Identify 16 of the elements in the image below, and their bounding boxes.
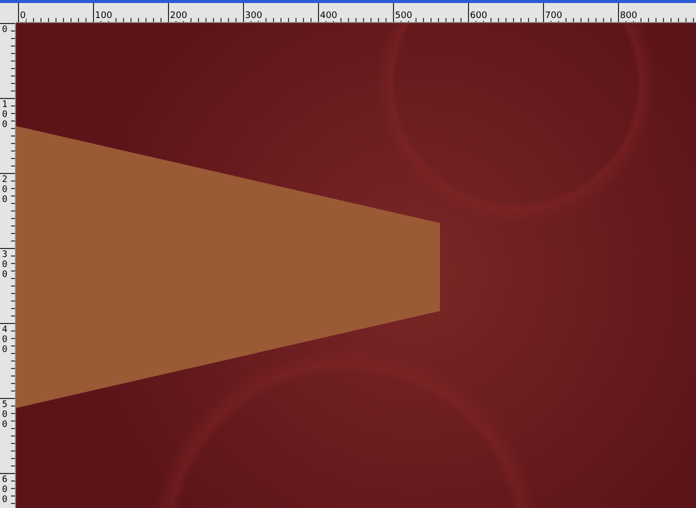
- ruler-label: 200: [1, 174, 8, 206]
- ruler-label: 400: [319, 11, 338, 21]
- ruler-label: 800: [619, 11, 638, 21]
- ruler-label: 300: [1, 249, 8, 281]
- ruler-label: 600: [469, 11, 488, 21]
- ruler-label: 700: [544, 11, 562, 21]
- ruler-label: 0: [19, 11, 26, 21]
- ruler-label: 400: [1, 324, 8, 356]
- ruler-label: 100: [94, 11, 112, 21]
- ruler-label: 100: [1, 99, 8, 131]
- ruler-label: 0: [1, 24, 8, 36]
- ruler-label: 300: [244, 11, 262, 21]
- ruler-label: 600: [1, 474, 8, 506]
- ruler-label: 500: [394, 11, 412, 21]
- ruler-label: 200: [169, 11, 188, 21]
- ruler-label: 500: [1, 399, 8, 431]
